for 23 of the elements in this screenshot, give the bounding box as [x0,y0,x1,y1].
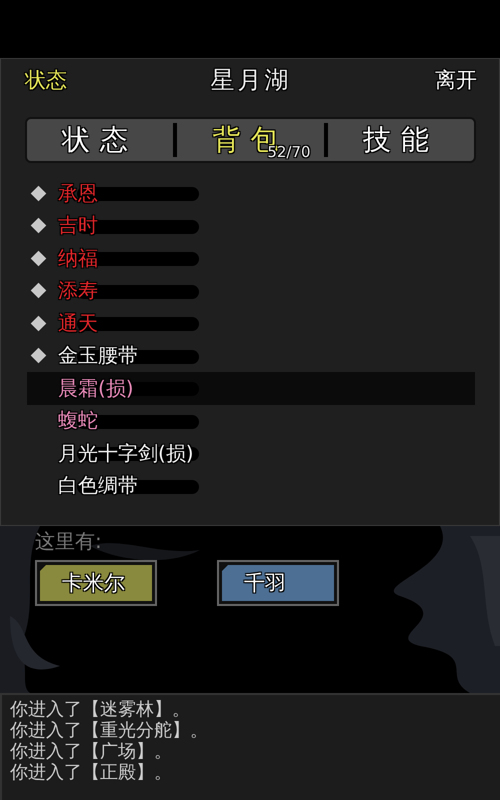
item-name[interactable]: 添寿 [58,277,98,304]
item-name[interactable]: 月光十字剑(损) [58,440,194,467]
leave-link[interactable]: 离开 [435,66,477,94]
location-title: 星月湖 [210,65,292,96]
status-link[interactable]: 状态 [25,66,67,94]
item-name[interactable]: 承恩 [58,180,98,207]
item-name[interactable]: 吉时 [58,212,98,240]
here-label: 这里有: [35,528,103,554]
tab[interactable]: 状态 [27,119,174,161]
npc-button[interactable]: 卡米尔 [35,560,157,606]
npc-button[interactable]: 千羽 [217,560,339,606]
item-name[interactable]: 晨霜(损) [58,374,134,402]
item-name[interactable]: 纳福 [58,244,98,272]
log-line: 你进入了【正殿】。 [10,762,173,783]
item-name[interactable]: 蝮蛇 [58,407,98,434]
tab[interactable]: 技能 [328,119,474,161]
log-line: 你进入了【重光分舵】。 [10,720,209,741]
item-name[interactable]: 通天 [58,310,98,337]
log-line: 你进入了【迷雾林】。 [10,699,191,720]
item-name[interactable]: 白色绸带 [58,472,138,500]
item-name[interactable]: 金玉腰带 [58,342,138,370]
selected-row[interactable]: 晨霜(损) [27,372,475,404]
log-line: 你进入了【广场】。 [10,741,173,762]
